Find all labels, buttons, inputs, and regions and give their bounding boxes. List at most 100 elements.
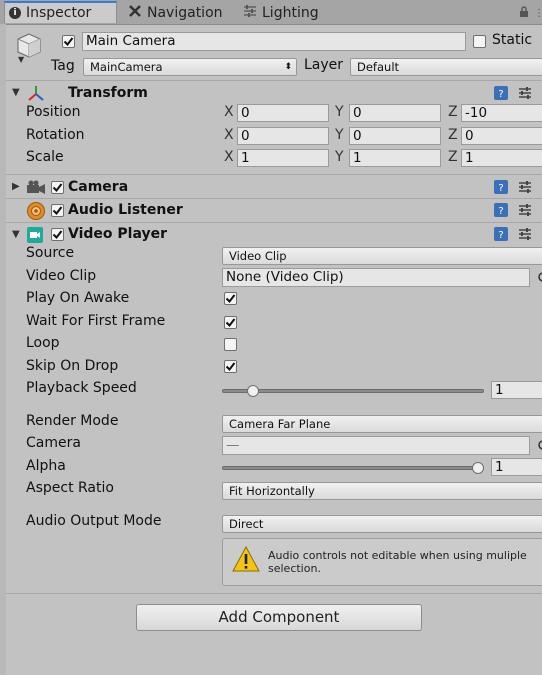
alpha-field[interactable]: 1: [491, 458, 542, 476]
axis-z-label: Z: [448, 127, 458, 143]
more-icon[interactable]: ⋮: [538, 178, 542, 192]
axis-z-label: Z: [448, 104, 458, 120]
divider: [6, 198, 542, 199]
divider: [6, 174, 542, 175]
scale-y-field[interactable]: 1: [349, 149, 441, 167]
object-name-input[interactable]: Main Camera: [82, 32, 466, 51]
layer-dropdown[interactable]: Default: [350, 58, 542, 76]
axis-x-label: X: [224, 149, 234, 165]
help-icon[interactable]: ?: [493, 226, 509, 246]
more-icon[interactable]: ⋮: [538, 84, 542, 98]
wait-first-frame-label: Wait For First Frame: [26, 313, 166, 329]
tab-navigation[interactable]: Navigation: [128, 2, 223, 24]
video-player-enabled-checkbox[interactable]: [51, 228, 64, 241]
position-z-field[interactable]: -10: [461, 104, 542, 122]
help-icon[interactable]: ?: [493, 85, 509, 105]
svg-text:?: ?: [498, 206, 503, 217]
axis-y-label: Y: [335, 127, 344, 143]
axis-x-label: X: [224, 127, 234, 143]
play-on-awake-checkbox[interactable]: [224, 292, 237, 305]
more-icon[interactable]: ⋮: [534, 8, 542, 19]
divider: [0, 80, 542, 81]
preset-icon[interactable]: [517, 202, 533, 222]
audio-output-mode-label: Audio Output Mode: [26, 513, 162, 529]
playback-speed-label: Playback Speed: [26, 380, 137, 396]
tab-inspector[interactable]: i Inspector: [4, 1, 117, 23]
lock-icon[interactable]: [518, 6, 530, 22]
tab-inspector-label: Inspector: [26, 5, 92, 21]
tag-value: MainCamera: [90, 60, 163, 74]
tag-dropdown[interactable]: MainCamera ⬍: [83, 58, 297, 76]
alpha-label: Alpha: [26, 458, 66, 474]
svg-text:?: ?: [498, 89, 503, 100]
foldout-expanded-icon[interactable]: ▼: [12, 87, 20, 98]
icon-dropdown-caret[interactable]: ▼: [18, 55, 24, 64]
foldout-collapsed-icon[interactable]: ▶: [12, 181, 20, 192]
static-label: Static: [492, 32, 533, 48]
object-picker-icon[interactable]: [536, 270, 542, 284]
tab-lighting[interactable]: Lighting: [243, 2, 319, 24]
camera-component-title[interactable]: Camera: [68, 179, 128, 195]
playback-speed-field[interactable]: 1: [491, 381, 542, 399]
camera-field[interactable]: —: [222, 436, 530, 455]
help-icon[interactable]: ?: [493, 202, 509, 222]
camera-enabled-checkbox[interactable]: [51, 181, 64, 194]
preset-icon[interactable]: [517, 85, 533, 105]
camera-label: Camera: [26, 435, 81, 451]
playback-speed-slider-track[interactable]: [222, 389, 484, 393]
scale-label: Scale: [26, 149, 64, 165]
rotation-x-field[interactable]: 0: [237, 127, 329, 145]
alpha-slider-track[interactable]: [222, 466, 484, 470]
wait-first-frame-checkbox[interactable]: [224, 316, 237, 329]
rotation-z-field[interactable]: 0: [461, 127, 542, 145]
tab-lighting-label: Lighting: [262, 5, 319, 21]
divider: [6, 222, 542, 223]
audio-listener-enabled-checkbox[interactable]: [51, 204, 64, 217]
audio-output-mode-dropdown[interactable]: Direct: [222, 515, 542, 533]
info-icon: i: [9, 7, 21, 19]
more-icon[interactable]: ⋮: [538, 201, 542, 215]
preset-icon[interactable]: [517, 179, 533, 199]
skip-on-drop-checkbox[interactable]: [224, 360, 237, 373]
position-y-field[interactable]: 0: [349, 104, 441, 122]
warning-text: Audio controls not editable when using m…: [268, 549, 527, 575]
skip-on-drop-label: Skip On Drop: [26, 358, 119, 374]
audio-listener-component-title[interactable]: Audio Listener: [68, 202, 183, 218]
video-player-component-title[interactable]: Video Player: [68, 226, 167, 242]
rotation-y-field[interactable]: 0: [349, 127, 441, 145]
render-mode-dropdown[interactable]: Camera Far Plane: [222, 415, 542, 433]
aspect-ratio-value: Fit Horizontally: [229, 484, 315, 498]
playback-speed-slider-knob[interactable]: [247, 385, 259, 397]
warning-icon: [232, 545, 260, 577]
camera-icon: [26, 180, 46, 200]
aspect-ratio-label: Aspect Ratio: [26, 480, 114, 496]
layer-value: Default: [357, 60, 400, 74]
divider: [6, 593, 542, 594]
video-clip-field[interactable]: None (Video Clip): [222, 268, 530, 287]
loop-checkbox[interactable]: [224, 338, 237, 351]
transform-title[interactable]: Transform: [68, 85, 148, 101]
axis-y-label: Y: [335, 104, 344, 120]
sliders-icon: [243, 4, 257, 22]
position-x-field[interactable]: 0: [237, 104, 329, 122]
static-checkbox[interactable]: [473, 35, 486, 48]
help-icon[interactable]: ?: [493, 179, 509, 199]
axis-z-label: Z: [448, 149, 458, 165]
preset-icon[interactable]: [517, 226, 533, 246]
object-picker-icon[interactable]: [536, 438, 542, 456]
position-label: Position: [26, 104, 81, 120]
tag-label: Tag: [51, 58, 75, 74]
axis-x-label: X: [224, 104, 234, 120]
more-icon[interactable]: ⋮: [538, 225, 542, 239]
foldout-expanded-icon[interactable]: ▼: [12, 229, 20, 240]
active-checkbox[interactable]: [62, 35, 75, 48]
rotation-label: Rotation: [26, 127, 85, 143]
alpha-slider-knob[interactable]: [472, 462, 484, 474]
render-mode-label: Render Mode: [26, 413, 119, 429]
source-dropdown[interactable]: Video Clip: [222, 247, 542, 265]
scale-x-field[interactable]: 1: [237, 149, 329, 167]
source-value: Video Clip: [229, 249, 287, 263]
scale-z-field[interactable]: 1: [461, 149, 542, 167]
aspect-ratio-dropdown[interactable]: Fit Horizontally: [222, 482, 542, 500]
add-component-button[interactable]: Add Component: [136, 604, 422, 631]
